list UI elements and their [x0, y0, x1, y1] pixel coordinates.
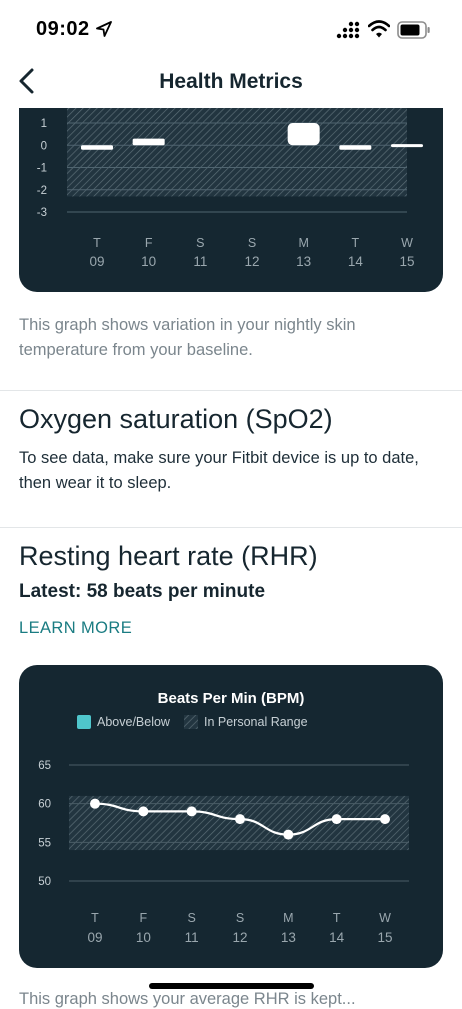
spo2-title: Oxygen saturation (SpO2) — [19, 404, 333, 434]
x-day-label: F — [145, 236, 153, 250]
personal-range-band — [67, 108, 407, 197]
x-day-label: S — [248, 236, 256, 250]
rhr-description-peek: This graph shows your average RHR is kep… — [19, 990, 356, 1008]
chart-title: Beats Per Min (BPM) — [158, 690, 305, 707]
x-day-label: F — [140, 911, 148, 925]
x-day-label: T — [91, 911, 99, 925]
wifi-icon — [368, 20, 390, 38]
divider — [0, 390, 462, 391]
rhr-latest: Latest: 58 beats per minute — [19, 581, 266, 602]
x-date-label: 09 — [89, 254, 104, 269]
battery-icon — [397, 21, 430, 39]
y-tick-label: 50 — [38, 876, 51, 888]
bar — [132, 138, 165, 146]
spo2-body: To see data, make sure your Fitbit devic… — [19, 449, 419, 492]
signal-icon — [336, 21, 360, 39]
y-tick-label: -2 — [37, 185, 47, 197]
data-point — [380, 814, 390, 825]
bar — [391, 144, 423, 148]
learn-more-link[interactable]: LEARN MORE — [19, 619, 132, 638]
x-date-label: 15 — [399, 254, 414, 269]
skin-temp-chart-card: 1 0 -1 -2 -3 T 09 F 10 S 11 S 12 M 13 T 14 W 15 — [19, 108, 443, 292]
legend-label: In Personal Range — [204, 715, 308, 729]
bar — [339, 145, 372, 150]
bar — [287, 123, 320, 146]
x-date-label: 11 — [193, 254, 207, 269]
x-day-label: T — [93, 236, 101, 250]
data-point — [90, 798, 100, 809]
y-tick-label: 1 — [41, 118, 47, 130]
x-date-label: 14 — [329, 930, 345, 945]
x-day-label: S — [236, 911, 244, 925]
x-date-label: 13 — [296, 254, 311, 269]
x-date-label: 15 — [377, 930, 392, 945]
x-date-label: 12 — [232, 930, 247, 945]
x-day-label: S — [196, 236, 204, 250]
rhr-chart-card: Beats Per Min (BPM) Above/Below In Persona… — [19, 665, 443, 968]
x-day-label: W — [379, 911, 391, 925]
status-bar: 09:02 — [0, 0, 462, 56]
x-day-label: T — [333, 911, 341, 925]
x-day-label: W — [401, 236, 413, 250]
x-date-label: 14 — [348, 254, 364, 269]
skin-temp-chart: 10-1-2-3T09F10S11S12M13T14W15 — [37, 108, 423, 269]
y-tick-label: -1 — [37, 163, 47, 175]
legend-swatch-above-below — [77, 715, 91, 729]
divider — [0, 527, 462, 528]
x-date-label: 13 — [281, 930, 296, 945]
data-point — [186, 806, 197, 817]
legend-label: Above/Below — [97, 715, 171, 729]
page-title: Health Metrics — [159, 70, 303, 93]
rhr-title: Resting heart rate (RHR) — [19, 541, 318, 571]
y-tick-label: 60 — [38, 799, 51, 811]
data-point — [235, 814, 245, 825]
y-tick-label: -3 — [37, 207, 47, 219]
legend-swatch-personal-range — [184, 715, 198, 729]
data-point — [283, 829, 294, 840]
location-arrow-icon — [96, 21, 112, 37]
x-day-label: T — [352, 236, 360, 250]
y-tick-label: 0 — [41, 140, 47, 152]
x-date-label: 10 — [136, 930, 151, 945]
x-day-label: M — [298, 236, 308, 250]
x-date-label: 11 — [185, 930, 199, 945]
status-time: 09:02 — [36, 18, 90, 40]
nav-bar: Health Metrics — [0, 56, 462, 106]
y-tick-label: 55 — [38, 837, 51, 849]
rhr-chart: Beats Per Min (BPM) Above/Below In Persona… — [38, 690, 409, 945]
x-day-label: S — [187, 911, 195, 925]
home-indicator[interactable] — [149, 983, 314, 989]
x-date-label: 09 — [87, 930, 102, 945]
skin-temp-description: This graph shows variation in your night… — [19, 316, 356, 359]
bar — [81, 145, 113, 150]
x-date-label: 10 — [141, 254, 156, 269]
data-point — [331, 814, 342, 825]
x-day-label: M — [283, 911, 293, 925]
x-date-label: 12 — [244, 254, 259, 269]
data-point — [138, 806, 149, 817]
y-tick-label: 65 — [38, 760, 51, 772]
